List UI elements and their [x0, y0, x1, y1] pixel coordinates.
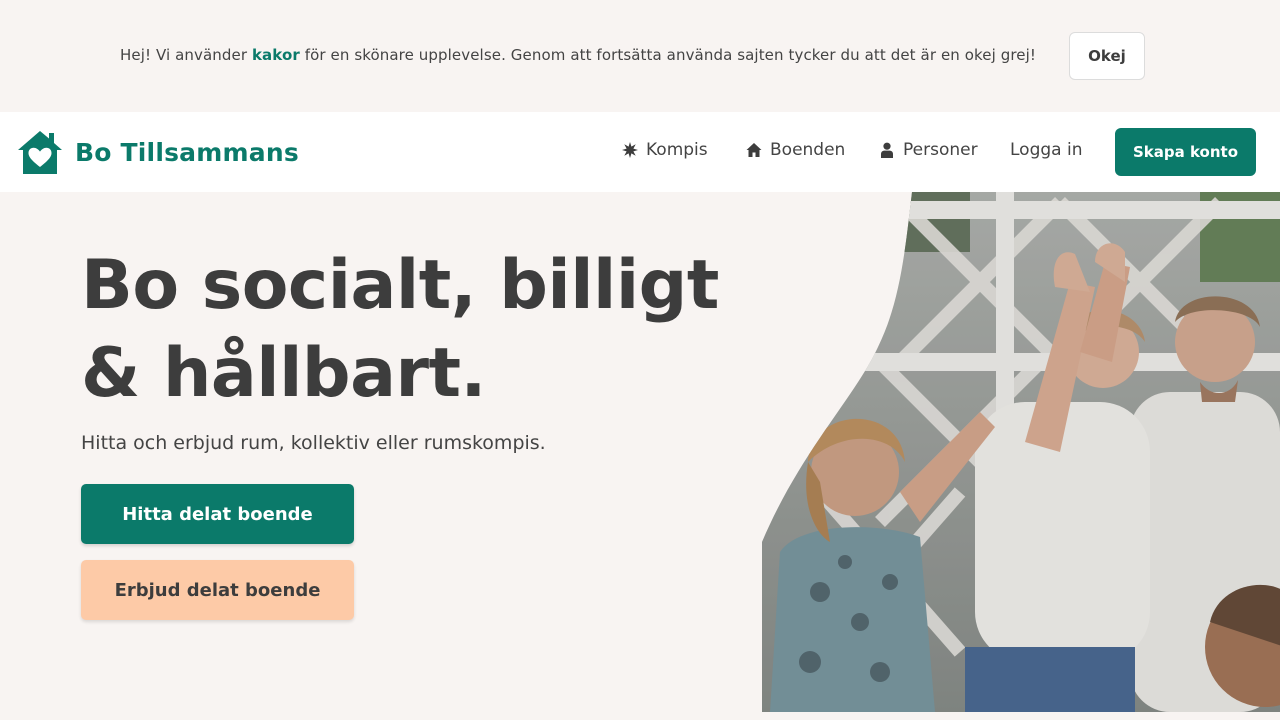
house-heart-icon: [18, 131, 62, 174]
find-housing-button[interactable]: Hitta delat boende: [81, 484, 354, 544]
hero-photo: [762, 192, 1280, 712]
cookie-policy-link[interactable]: kakor: [252, 46, 300, 64]
cookie-accept-button[interactable]: Okej: [1069, 32, 1145, 80]
create-account-button[interactable]: Skapa konto: [1115, 128, 1256, 176]
home-icon: [746, 143, 762, 157]
hero-subtitle: Hitta och erbjud rum, kollektiv eller ru…: [81, 432, 546, 454]
nav-boenden-label: Boenden: [770, 140, 846, 160]
login-link[interactable]: Logga in: [1010, 140, 1082, 160]
cookie-message: Hej! Vi använder kakor för en skönare up…: [120, 46, 1036, 64]
nav-boenden[interactable]: Boenden: [746, 140, 845, 160]
nav-kompis-label: Kompis: [646, 140, 708, 160]
hero-title-line-1: Bo socialt, billigt: [81, 246, 719, 325]
offer-housing-button[interactable]: Erbjud delat boende: [81, 560, 354, 620]
hero-title-line-2: & hållbart.: [81, 334, 486, 413]
nav-kompis[interactable]: Kompis: [622, 140, 708, 160]
cookie-text-before: Hej! Vi använder: [120, 46, 252, 64]
user-icon: [881, 142, 893, 158]
hero-title: Bo socialt, billigt & hållbart.: [81, 242, 761, 418]
site-header: Bo Tillsammans Kompis Boenden Personer L…: [0, 112, 1280, 192]
cookie-banner: Hej! Vi använder kakor för en skönare up…: [0, 0, 1280, 112]
logo[interactable]: Bo Tillsammans: [16, 128, 299, 176]
cookie-text-after: för en skönare upplevelse. Genom att for…: [299, 46, 1037, 64]
logo-text: Bo Tillsammans: [75, 137, 299, 167]
hero-section: Bo socialt, billigt & hållbart. Hitta oc…: [0, 192, 1280, 720]
star-burst-icon: [622, 142, 638, 158]
nav-personer-label: Personer: [903, 140, 978, 160]
nav-personer[interactable]: Personer: [879, 140, 978, 160]
